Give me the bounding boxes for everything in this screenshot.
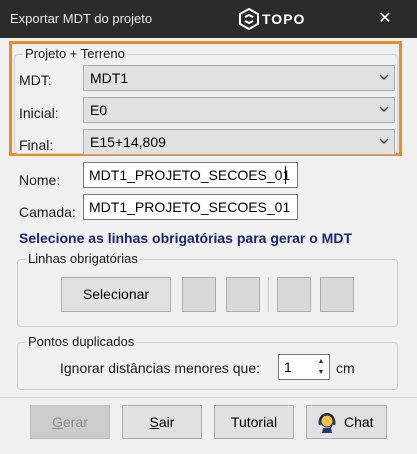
gerar-button[interactable]: Gerar <box>30 405 110 439</box>
stepper-arrows: ▲ ▼ <box>314 356 328 378</box>
camada-input[interactable]: MDT1_PROJETO_SECOES_01 <box>83 194 298 220</box>
chevron-down-icon <box>379 74 389 80</box>
title-bar: Exportar MDT do projeto TOPO ✕ <box>0 0 417 38</box>
required-lines-notice: Selecione as linhas obrigatórias para ge… <box>19 230 352 246</box>
tutorial-button[interactable]: Tutorial <box>214 405 294 439</box>
pontos-duplicados-title: Pontos duplicados <box>26 334 137 349</box>
inicial-select-value: E0 <box>90 102 108 118</box>
unit-label: cm <box>336 360 355 376</box>
line-slot-4[interactable] <box>320 277 354 312</box>
footer-divider <box>0 397 417 398</box>
inicial-select[interactable]: E0 <box>83 97 395 123</box>
final-label: Final: <box>19 137 54 153</box>
chevron-down-icon <box>379 106 389 112</box>
stepper-down-icon[interactable]: ▼ <box>314 367 328 378</box>
chat-label: Chat <box>344 414 374 430</box>
close-icon[interactable]: ✕ <box>372 6 398 32</box>
camada-input-value: MDT1_PROJETO_SECOES_01 <box>89 199 291 215</box>
chat-icon <box>318 413 336 433</box>
gerar-label-rest: erar <box>62 414 88 430</box>
brand-logo: TOPO <box>238 8 308 30</box>
logo-icon <box>239 8 259 30</box>
slot-divider <box>268 277 269 312</box>
brand-name: TOPO <box>262 11 306 27</box>
line-slot-2[interactable] <box>226 277 260 312</box>
mdt-select[interactable]: MDT1 <box>83 65 395 91</box>
chevron-down-icon <box>379 138 389 144</box>
mdt-label: MDT: <box>19 72 52 88</box>
export-mdt-dialog: Exportar MDT do projeto TOPO ✕ Projeto +… <box>0 0 417 454</box>
final-select[interactable]: E15+14,809 <box>83 129 395 155</box>
camada-label: Camada: <box>19 204 76 220</box>
ignore-distance-value: 1 <box>284 359 292 375</box>
nome-input-value: MDT1_PROJETO_SECOES_01 <box>89 167 291 183</box>
final-select-value: E15+14,809 <box>90 134 166 150</box>
ignore-distance-label: Ignorar distâncias menores que: <box>60 360 260 376</box>
sair-button[interactable]: Sair <box>122 405 202 439</box>
linhas-obrigatorias-title: Linhas obrigatórias <box>26 251 140 266</box>
line-slot-3[interactable] <box>277 277 311 312</box>
mdt-select-value: MDT1 <box>90 70 129 86</box>
text-caret <box>285 166 286 184</box>
selecionar-button[interactable]: Selecionar <box>61 277 171 312</box>
chat-button[interactable]: Chat <box>306 405 387 439</box>
line-slot-1[interactable] <box>182 277 216 312</box>
nome-label: Nome: <box>19 172 61 188</box>
ignore-distance-stepper[interactable]: 1 ▲ ▼ <box>278 354 330 380</box>
sair-label-rest: air <box>158 414 175 430</box>
stepper-up-icon[interactable]: ▲ <box>314 356 328 367</box>
gerar-mnemonic: G <box>52 414 63 430</box>
sair-mnemonic: S <box>149 414 159 430</box>
window-title: Exportar MDT do projeto <box>10 11 153 26</box>
inicial-label: Inicial: <box>19 105 59 121</box>
nome-input[interactable]: MDT1_PROJETO_SECOES_01 <box>83 162 298 188</box>
projeto-terreno-title: Projeto + Terreno <box>23 46 127 61</box>
